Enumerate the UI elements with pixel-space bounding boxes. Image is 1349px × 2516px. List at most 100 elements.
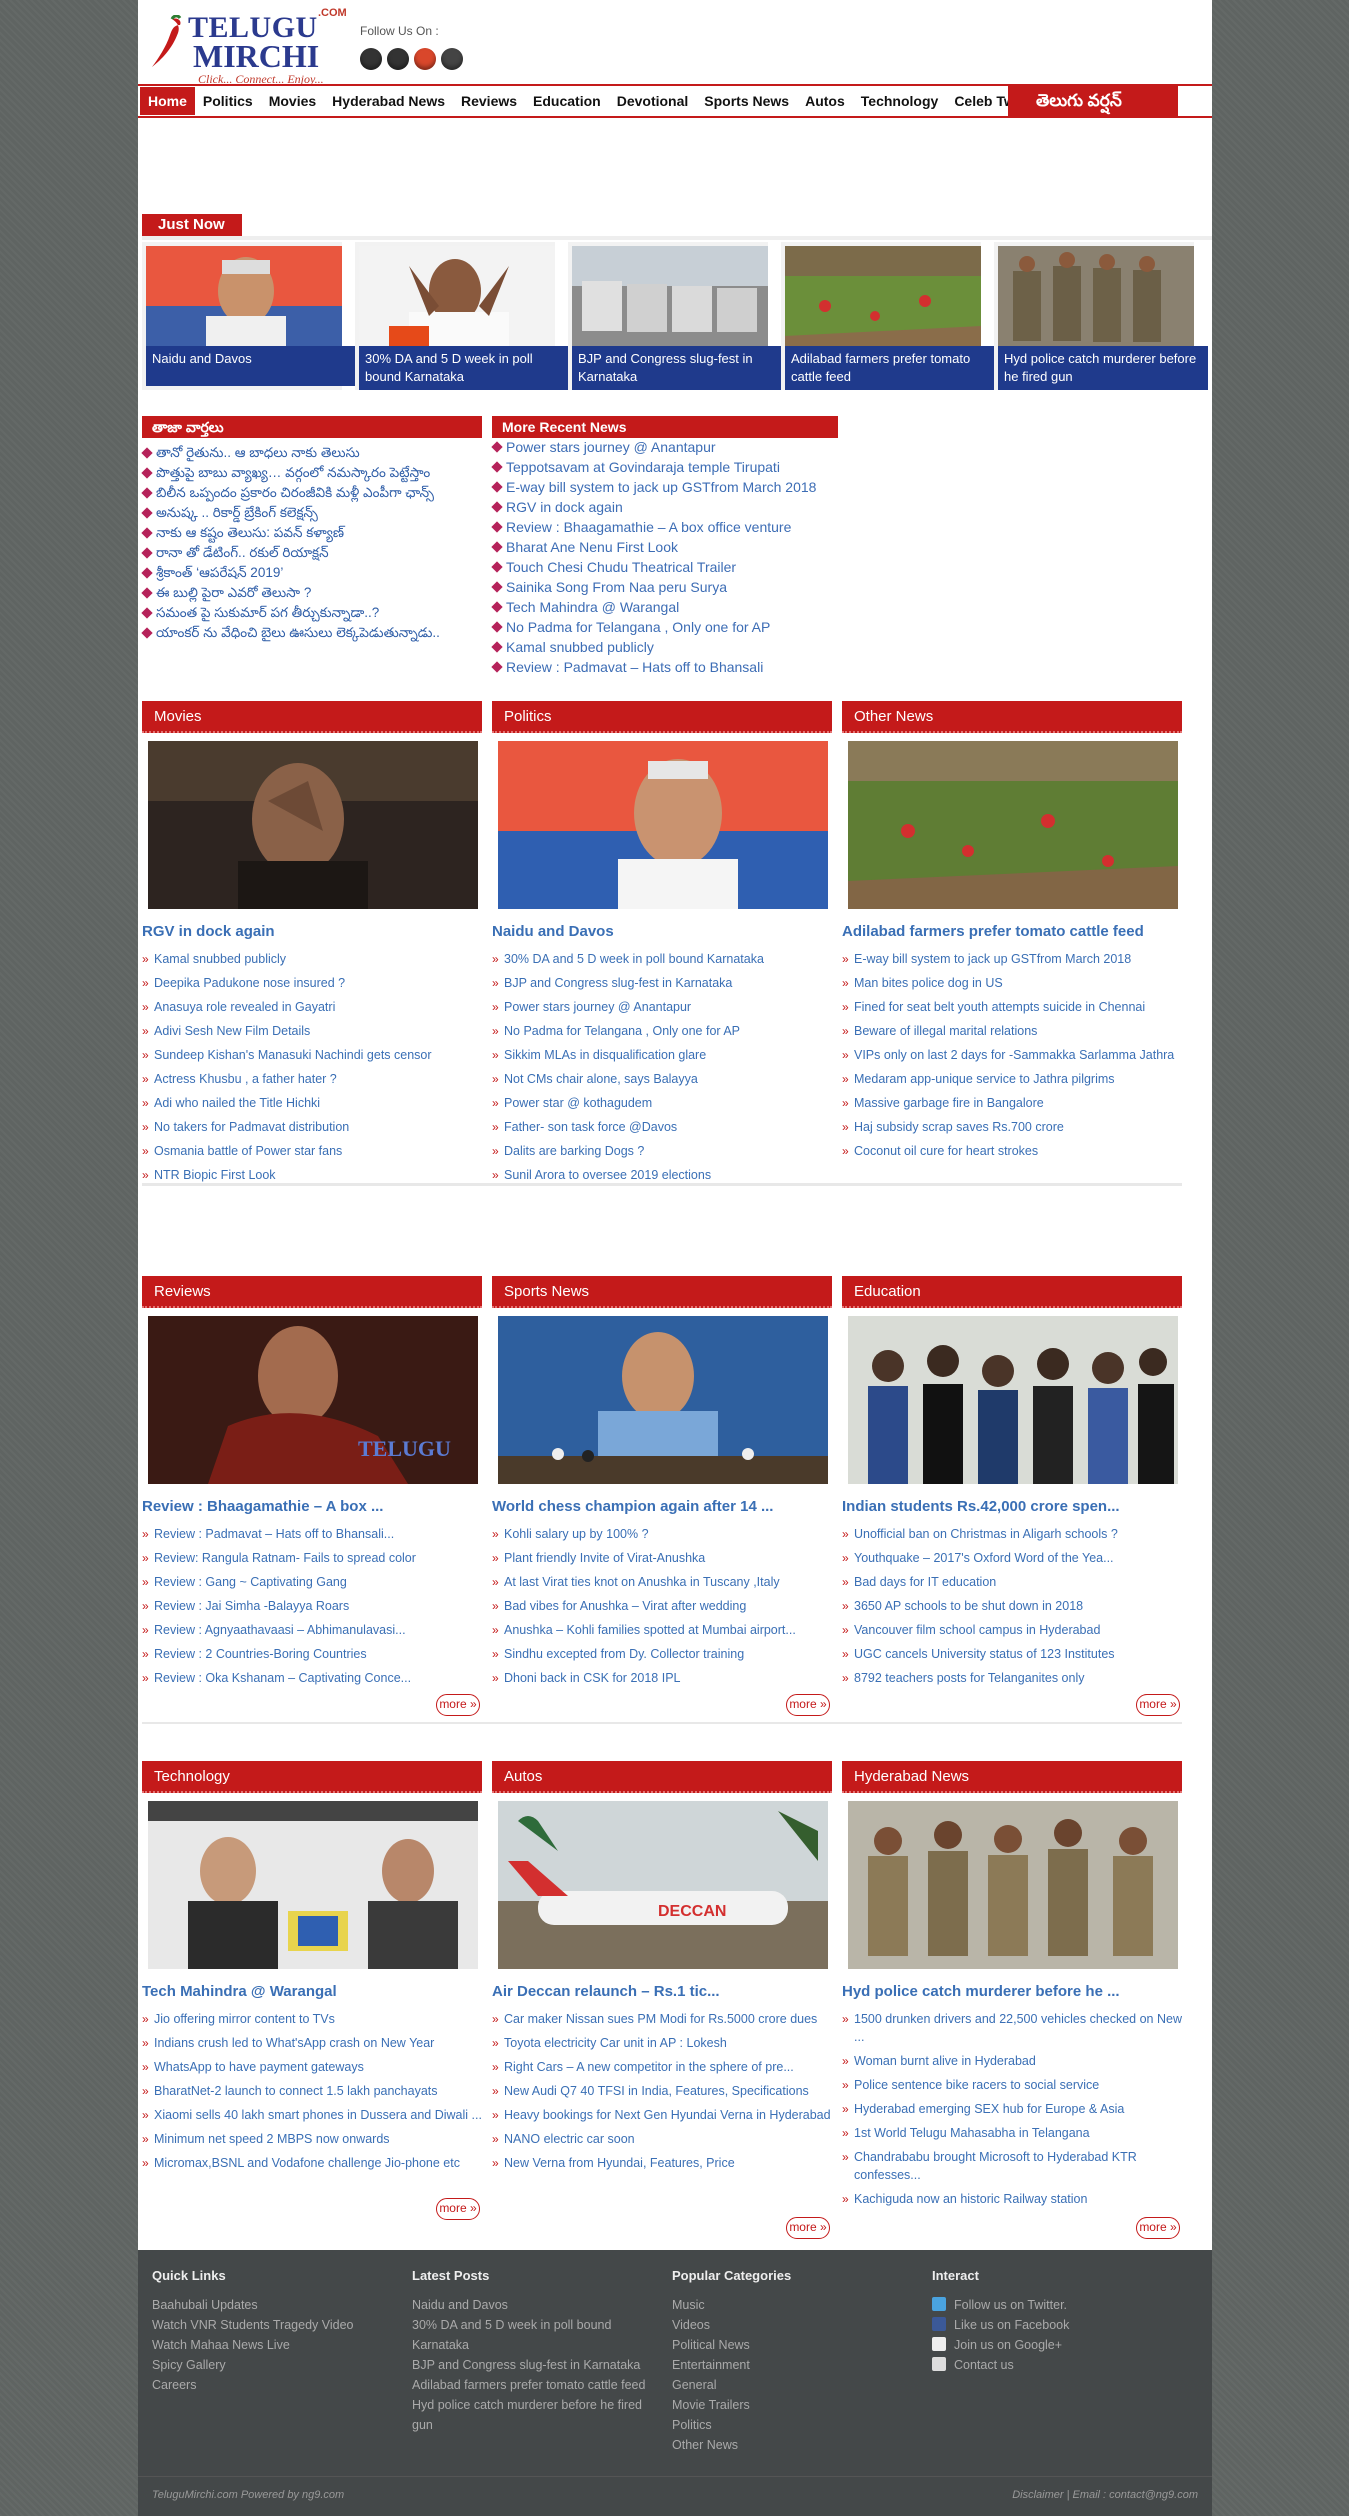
footer-link[interactable]: Spicy Gallery	[152, 2355, 402, 2375]
footer-link[interactable]: Politics	[672, 2415, 922, 2435]
list-item[interactable]: RGV in dock again	[492, 497, 852, 517]
list-item[interactable]: Kachiguda now an historic Railway statio…	[842, 2187, 1182, 2211]
nav-hyderabad-news[interactable]: Hyderabad News	[324, 87, 453, 115]
more-button[interactable]: more »	[436, 2198, 480, 2220]
list-item[interactable]: Review : Bhaagamathie – A box office ven…	[492, 517, 852, 537]
footer-link[interactable]: Other News	[672, 2435, 922, 2455]
footer-link[interactable]: Entertainment	[672, 2355, 922, 2375]
list-item[interactable]: తానో రైతును.. ఆ బాధలు నాకు తెలుసు	[142, 443, 482, 463]
list-item[interactable]: Dalits are barking Dogs ?	[492, 1139, 832, 1163]
list-item[interactable]: Power stars journey @ Anantapur	[492, 995, 832, 1019]
more-button[interactable]: more »	[1136, 2217, 1180, 2239]
list-item[interactable]: VIPs only on last 2 days for -Sammakka S…	[842, 1043, 1182, 1067]
list-item[interactable]: Indians crush led to What'sApp crash on …	[142, 2031, 482, 2055]
list-item[interactable]: Bad days for IT education	[842, 1570, 1182, 1594]
just-now-card[interactable]: Hyd police catch murderer before he fire…	[994, 242, 1208, 390]
list-item[interactable]: Tech Mahindra @ Warangal	[492, 597, 852, 617]
list-item[interactable]: Review : Padmavat – Hats off to Bhansali…	[142, 1522, 482, 1546]
footer-link[interactable]: Hyd police catch murderer before he fire…	[412, 2395, 652, 2435]
list-item[interactable]: Man bites police dog in US	[842, 971, 1182, 995]
list-item[interactable]: శ్రీకాంత్ ‘ఆపరేషన్ 2019’	[142, 563, 482, 583]
list-item[interactable]: Fined for seat belt youth attempts suici…	[842, 995, 1182, 1019]
footer-facebook-link[interactable]: Like us on Facebook	[932, 2315, 1182, 2335]
nav-technology[interactable]: Technology	[853, 87, 947, 115]
footer-link[interactable]: Music	[672, 2295, 922, 2315]
list-item[interactable]: Touch Chesi Chudu Theatrical Trailer	[492, 557, 852, 577]
list-item[interactable]: Bharat Ane Nenu First Look	[492, 537, 852, 557]
list-item[interactable]: అనుష్క .. రికార్డ్ బ్రేకింగ్ కలెక్షన్స్	[142, 503, 482, 523]
footer-link[interactable]: Naidu and Davos	[412, 2295, 662, 2315]
list-item[interactable]: Chandrababu brought Microsoft to Hyderab…	[842, 2145, 1182, 2187]
nav-education[interactable]: Education	[525, 87, 609, 115]
list-item[interactable]: Sainika Song From Naa peru Surya	[492, 577, 852, 597]
list-item[interactable]: At last Virat ties knot on Anushka in Tu…	[492, 1570, 832, 1594]
list-item[interactable]: 1500 drunken drivers and 22,500 vehicles…	[842, 2007, 1182, 2049]
list-item[interactable]: Hyderabad emerging SEX hub for Europe & …	[842, 2097, 1182, 2121]
list-item[interactable]: Power stars journey @ Anantapur	[492, 437, 852, 457]
list-item[interactable]: Vancouver film school campus in Hyderaba…	[842, 1618, 1182, 1642]
just-now-card[interactable]: Naidu and Davos	[142, 242, 356, 390]
section-sports-image[interactable]	[498, 1316, 828, 1484]
list-item[interactable]: Sikkim MLAs in disqualification glare	[492, 1043, 832, 1067]
list-item[interactable]: Review : Jai Simha -Balayya Roars	[142, 1594, 482, 1618]
google-plus-icon[interactable]	[414, 48, 436, 70]
youtube-icon[interactable]	[441, 48, 463, 70]
list-item[interactable]: ఈ బుల్లి పైరా ఎవరో తెలుసా ?	[142, 583, 482, 603]
list-item[interactable]: BJP and Congress slug-fest in Karnataka	[492, 971, 832, 995]
footer-link[interactable]: Movie Trailers	[672, 2395, 922, 2415]
footer-link[interactable]: BJP and Congress slug-fest in Karnataka	[412, 2355, 662, 2375]
section-other-news-headline[interactable]: Adilabad farmers prefer tomato cattle fe…	[842, 923, 1144, 940]
footer-link[interactable]: Baahubali Updates	[152, 2295, 402, 2315]
list-item[interactable]: E-way bill system to jack up GSTfrom Mar…	[842, 947, 1182, 971]
list-item[interactable]: Sindhu excepted from Dy. Collector train…	[492, 1642, 832, 1666]
section-politics-image[interactable]	[498, 741, 828, 909]
list-item[interactable]: Beware of illegal marital relations	[842, 1019, 1182, 1043]
nav-sports-news[interactable]: Sports News	[696, 87, 797, 115]
list-item[interactable]: Kamal snubbed publicly	[142, 947, 482, 971]
list-item[interactable]: యాంకర్ ను వేధించి బైలు ఊసులు లెక్కపెడుతు…	[142, 623, 482, 643]
site-logo[interactable]: TELUGU MIRCHI .COM Click... Connect... E…	[148, 5, 358, 86]
list-item[interactable]: Micromax,BSNL and Vodafone challenge Jio…	[142, 2151, 482, 2175]
section-other-news-image[interactable]	[848, 741, 1178, 909]
section-education-header[interactable]: Education	[842, 1276, 1182, 1308]
list-item[interactable]: NANO electric car soon	[492, 2127, 832, 2151]
list-item[interactable]: 3650 AP schools to be shut down in 2018	[842, 1594, 1182, 1618]
list-item[interactable]: UGC cancels University status of 123 Ins…	[842, 1642, 1182, 1666]
list-item[interactable]: Bad vibes for Anushka – Virat after wedd…	[492, 1594, 832, 1618]
section-politics-header[interactable]: Politics	[492, 701, 832, 733]
section-technology-header[interactable]: Technology	[142, 1761, 482, 1793]
section-hyderabad-header[interactable]: Hyderabad News	[842, 1761, 1182, 1793]
footer-link[interactable]: Watch VNR Students Tragedy Video	[152, 2315, 402, 2335]
section-movies-header[interactable]: Movies	[142, 701, 482, 733]
footer-contact-link[interactable]: Contact us	[932, 2355, 1182, 2375]
footer-twitter-link[interactable]: Follow us on Twitter.	[932, 2295, 1182, 2315]
list-item[interactable]: Heavy bookings for Next Gen Hyundai Vern…	[492, 2103, 832, 2127]
section-technology-headline[interactable]: Tech Mahindra @ Warangal	[142, 1983, 337, 2000]
list-item[interactable]: Massive garbage fire in Bangalore	[842, 1091, 1182, 1115]
twitter-icon[interactable]	[387, 48, 409, 70]
list-item[interactable]: 8792 teachers posts for Telanganites onl…	[842, 1666, 1182, 1690]
section-autos-image[interactable]: DECCAN	[498, 1801, 828, 1969]
section-education-image[interactable]	[848, 1316, 1178, 1484]
list-item[interactable]: నాకు ఆ కష్టం తెలుసు: పవన్ కళ్యాణ్	[142, 523, 482, 543]
list-item[interactable]: Kamal snubbed publicly	[492, 637, 852, 657]
list-item[interactable]: Review : Gang ~ Captivating Gang	[142, 1570, 482, 1594]
nav-reviews[interactable]: Reviews	[453, 87, 525, 115]
list-item[interactable]: No takers for Padmavat distribution	[142, 1115, 482, 1139]
list-item[interactable]: Sundeep Kishan's Manasuki Nachindi gets …	[142, 1043, 482, 1067]
list-item[interactable]: Deepika Padukone nose insured ?	[142, 971, 482, 995]
list-item[interactable]: Coconut oil cure for heart strokes	[842, 1139, 1182, 1163]
list-item[interactable]: Father- son task force @Davos	[492, 1115, 832, 1139]
just-now-card[interactable]: BJP and Congress slug-fest in Karnataka	[568, 242, 782, 390]
list-item[interactable]: పొత్తుపై బాబు వ్యాఖ్య… వర్గంలో నమస్కారం …	[142, 463, 482, 483]
more-button[interactable]: more »	[1136, 1694, 1180, 1716]
section-technology-image[interactable]	[148, 1801, 478, 1969]
list-item[interactable]: Adi who nailed the Title Hichki	[142, 1091, 482, 1115]
section-sports-headline[interactable]: World chess champion again after 14 ...	[492, 1498, 773, 1515]
list-item[interactable]: Car maker Nissan sues PM Modi for Rs.500…	[492, 2007, 832, 2031]
nav-movies[interactable]: Movies	[261, 87, 324, 115]
footer-link[interactable]: Political News	[672, 2335, 922, 2355]
more-button[interactable]: more »	[436, 1694, 480, 1716]
section-reviews-headline[interactable]: Review : Bhaagamathie – A box ...	[142, 1498, 383, 1515]
footer-powered-by[interactable]: TeluguMirchi.com Powered by ng9.com	[152, 2489, 344, 2501]
